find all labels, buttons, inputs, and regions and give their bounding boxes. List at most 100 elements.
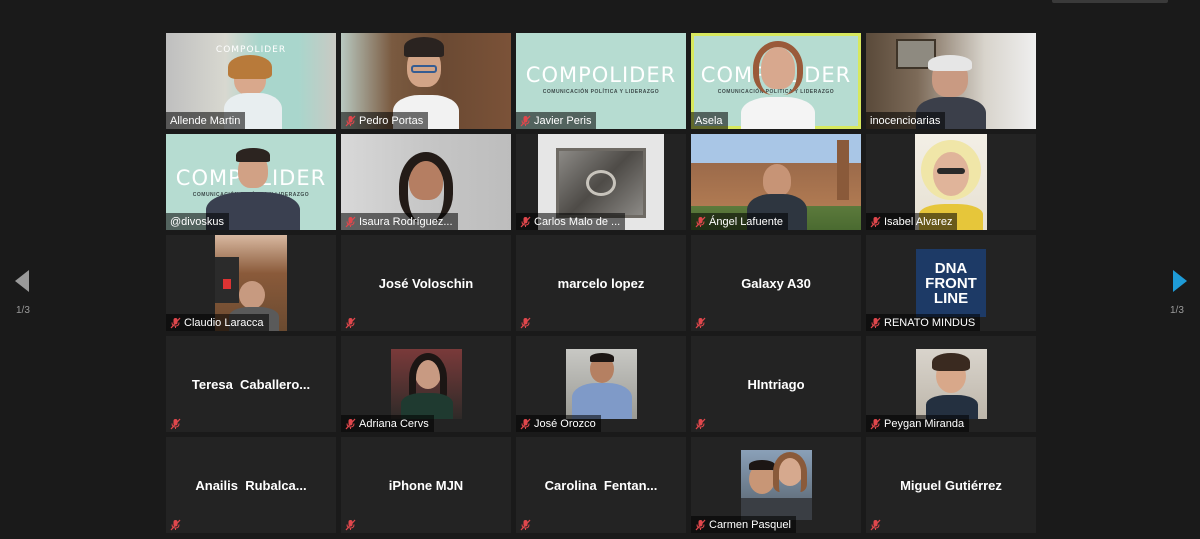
participant-name-label: Pedro Portas [341,112,429,129]
participant-tile[interactable]: Anailis Rubalca... [166,437,336,533]
mic-muted-icon [170,317,181,329]
participant-name-label: Javier Peris [516,112,597,129]
participant-hair [228,55,272,79]
participant-tile[interactable]: Claudio Laracca [166,235,336,331]
participant-status-label [166,516,186,533]
participant-name-label: Asela [691,112,728,129]
participant-display-name: HIntriago [747,376,805,392]
participant-tile[interactable]: HIntriago [691,336,861,432]
participant-hair [404,37,444,57]
participant-name-label: Ángel Lafuente [691,213,789,230]
mic-muted-icon [170,519,181,531]
profile-picture [566,349,637,419]
page-indicator-left: 1/3 [16,305,30,316]
participant-hair [236,148,270,162]
participant-body [741,97,815,129]
mic-muted-icon [345,317,356,329]
participant-tile[interactable]: Isaura Rodríguez... [341,134,511,230]
active-speaker-tile[interactable]: COMPOLIDER COMUNICACIÓN POLÍTICA Y LIDER… [691,33,861,129]
participant-status-label [166,415,186,432]
mic-muted-icon [695,216,706,228]
participant-tile[interactable]: José Orozco [516,336,686,432]
mic-muted-icon [870,519,881,531]
mic-muted-icon [170,418,181,430]
participant-status-label [516,516,536,533]
participant-status-label [691,415,711,432]
participant-tile[interactable]: inocencioarias [866,33,1036,129]
participant-name-label: Allende Martin [166,112,246,129]
profile-picture [391,349,462,419]
participant-display-name: Galaxy A30 [741,275,811,291]
participant-status-label [691,314,711,331]
profile-picture [916,349,987,419]
mic-muted-icon [520,216,531,228]
tower-shape [837,140,849,200]
mic-muted-icon [695,519,706,531]
participant-tile[interactable]: José Voloschin [341,235,511,331]
participant-name-label: Carmen Pasquel [691,516,796,533]
participant-tile[interactable]: COMPOLIDER Allende Martin [166,33,336,129]
mic-muted-icon [695,418,706,430]
participant-name-label: Peygan Miranda [866,415,970,432]
mic-muted-icon [870,216,881,228]
gallery-view-grid: COMPOLIDER Allende Martin Pedro Portas C… [166,33,1036,533]
participant-tile[interactable]: DNA FRONT LINE RENATO MINDUS [866,235,1036,331]
participant-name-label: Isaura Rodríguez... [341,213,458,230]
glasses-icon [411,65,437,73]
participant-display-name: Carolina Fentan... [544,477,658,493]
participant-status-label [516,314,536,331]
logo-tagline: COMUNICACIÓN POLÍTICA Y LIDERAZGO [542,89,660,95]
participant-name-label: Adriana Cervs [341,415,434,432]
participant-name-label: Carlos Malo de ... [516,213,626,230]
participant-tile[interactable]: COMPOLIDER COMUNICACIÓN POLÍTICA Y LIDER… [166,134,336,230]
participant-status-label [341,314,361,331]
participant-display-name: José Voloschin [378,275,474,291]
mic-muted-icon [520,115,531,127]
mic-muted-icon [870,317,881,329]
participant-tile[interactable]: Adriana Cervs [341,336,511,432]
mic-muted-icon [520,519,531,531]
participant-status-label [341,516,361,533]
page-indicator-right: 1/3 [1170,305,1184,316]
participant-display-name: Miguel Gutiérrez [900,477,1002,493]
participant-display-name: iPhone MJN [388,477,464,493]
mic-muted-icon [345,418,356,430]
profile-picture [741,450,812,520]
participant-tile[interactable]: Carmen Pasquel [691,437,861,533]
dna-logo-text: DNA FRONT LINE [925,259,977,307]
participant-hair [928,55,972,71]
next-page-arrow-icon[interactable] [1173,270,1187,292]
participant-tile[interactable]: Pedro Portas [341,33,511,129]
participant-tile[interactable]: Peygan Miranda [866,336,1036,432]
mic-muted-icon [345,115,356,127]
participant-tile[interactable]: COMPOLIDER COMUNICACIÓN POLÍTICA Y LIDER… [516,33,686,129]
participant-tile[interactable]: marcelo lopez [516,235,686,331]
participant-tile[interactable]: Miguel Gutiérrez [866,437,1036,533]
participant-tile[interactable]: Ángel Lafuente [691,134,861,230]
participant-face [763,164,791,196]
participant-tile[interactable]: iPhone MJN [341,437,511,533]
previous-page-arrow-icon[interactable] [15,270,29,292]
mic-muted-icon [695,317,706,329]
participant-display-name: marcelo lopez [557,275,645,291]
participant-name-label: @divoskus [166,213,229,230]
logo-text: COMPOLIDER [525,63,677,87]
participant-name-label: RENATO MINDUS [866,314,981,331]
participant-hair [399,152,453,222]
participant-name-label: José Orozco [516,415,601,432]
participant-status-label [866,516,886,533]
participant-name-label: Isabel Alvarez [866,213,958,230]
top-toolbar-stub [1052,0,1168,3]
participant-tile[interactable]: Carlos Malo de ... [516,134,686,230]
participant-name-label: Claudio Laracca [166,314,269,331]
mic-muted-icon [870,418,881,430]
participant-tile[interactable]: Teresa Caballero... [166,336,336,432]
mic-muted-icon [520,418,531,430]
participant-display-name: Teresa Caballero... [191,376,311,392]
participant-tile[interactable]: Isabel Alvarez [866,134,1036,230]
mic-muted-icon [345,216,356,228]
participant-name-label: inocencioarias [866,112,946,129]
participant-tile[interactable]: Galaxy A30 [691,235,861,331]
participant-display-name: Anailis Rubalca... [195,477,307,493]
participant-tile[interactable]: Carolina Fentan... [516,437,686,533]
